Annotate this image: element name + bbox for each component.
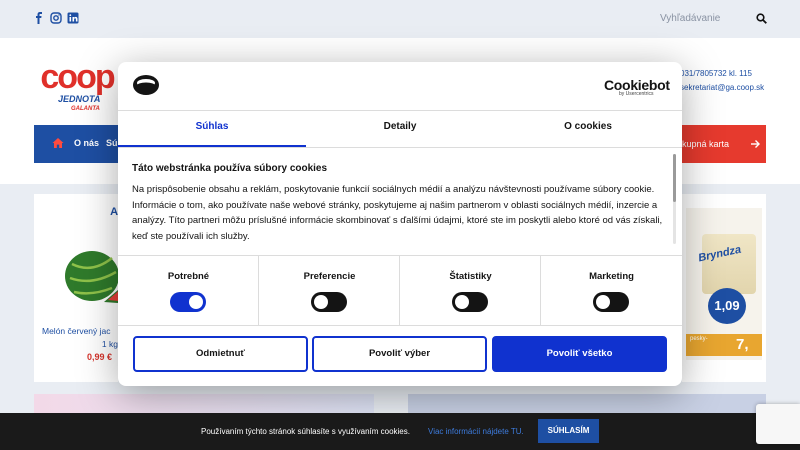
- leaflet-image: Bryndza 1,09 pesky- 7,: [686, 208, 762, 360]
- banner-card-left[interactable]: [34, 394, 374, 413]
- scrollbar-thumb[interactable]: [673, 154, 676, 202]
- facebook-icon[interactable]: [33, 12, 45, 24]
- cookie-icon: [133, 75, 159, 95]
- leaflet-card[interactable]: Bryndza 1,09 pesky- 7,: [682, 194, 766, 382]
- toggle-knob: [596, 295, 610, 309]
- toggle-knob: [189, 295, 203, 309]
- nav-item-o-nas[interactable]: O nás: [74, 138, 99, 148]
- shopping-card-button[interactable]: nákupná karta: [672, 125, 766, 163]
- toggle-knob: [455, 295, 469, 309]
- toggle-necessary[interactable]: [170, 292, 206, 312]
- category-preferences: Preferencie: [259, 256, 400, 326]
- promo-card[interactable]: AKC Melón červený jac 1 kg 0,99 €: [34, 194, 134, 382]
- agree-button[interactable]: SÚHLASÍM: [538, 419, 599, 443]
- instagram-icon[interactable]: [50, 12, 62, 24]
- tab-details[interactable]: Detaily: [306, 111, 494, 147]
- phone-number[interactable]: 031/7805732 kl. 115: [680, 69, 752, 78]
- search-icon[interactable]: [756, 13, 767, 24]
- cookie-consent-dialog: Cookiebot by Usercentrics Súhlas Detaily…: [118, 62, 682, 386]
- category-necessary: Potrebné: [118, 256, 259, 326]
- product-name[interactable]: Melón červený jac: [42, 326, 126, 336]
- category-label: Preferencie: [303, 271, 356, 282]
- category-marketing: Marketing: [541, 256, 682, 326]
- recaptcha-badge[interactable]: [756, 404, 800, 444]
- arrow-right-icon: [751, 140, 760, 148]
- svg-text:GALANTA: GALANTA: [71, 106, 100, 112]
- product-price: 0,99 €: [86, 352, 112, 362]
- category-label: Štatistiky: [449, 271, 492, 282]
- dialog-body-text: Na prispôsobenie obsahu a reklám, poskyt…: [132, 184, 663, 242]
- cookiebot-logo-sub: by Usercentrics: [619, 91, 654, 97]
- category-label: Potrebné: [167, 271, 210, 282]
- coop-jednota-logo[interactable]: coop JEDNOTA GALANTA: [38, 58, 116, 112]
- top-bar: Vyhľadávanie: [0, 0, 800, 38]
- toggle-statistics[interactable]: [452, 292, 488, 312]
- category-statistics: Štatistiky: [400, 256, 541, 326]
- leaflet-product: [702, 234, 756, 294]
- nav-item-su[interactable]: Sú: [106, 138, 118, 148]
- dialog-heading: Táto webstránka používa súbory cookies: [132, 163, 328, 174]
- toggle-knob: [314, 295, 328, 309]
- svg-text:JEDNOTA: JEDNOTA: [58, 94, 100, 104]
- banner-card-right[interactable]: [408, 394, 766, 413]
- consent-categories: Potrebné Preferencie Štatistiky Marketin…: [118, 255, 682, 326]
- leaflet-price-badge: 1,09: [708, 288, 746, 324]
- tab-consent[interactable]: Súhlas: [118, 111, 306, 147]
- search-input[interactable]: Vyhľadávanie: [660, 13, 720, 24]
- linkedin-icon[interactable]: [67, 12, 79, 24]
- allow-all-button[interactable]: Povoliť všetko: [492, 336, 667, 372]
- toggle-preferences[interactable]: [311, 292, 347, 312]
- cookie-notice-bar: Používaním týchto stránok súhlasíte s vy…: [0, 413, 800, 450]
- category-label: Marketing: [589, 271, 634, 282]
- cookie-info-link[interactable]: Viac informácií nájdete TU.: [428, 427, 524, 436]
- home-icon[interactable]: [52, 137, 64, 149]
- leaflet-caption: pesky-: [690, 336, 708, 342]
- svg-text:coop: coop: [40, 58, 114, 96]
- deny-button[interactable]: Odmietnuť: [133, 336, 308, 372]
- allow-selection-button[interactable]: Povoliť výber: [312, 336, 487, 372]
- toggle-marketing[interactable]: [593, 292, 629, 312]
- leaflet-price-secondary: 7,: [736, 336, 749, 353]
- tab-about-cookies[interactable]: O cookies: [494, 111, 682, 147]
- divider: [118, 147, 682, 148]
- email-address[interactable]: sekretariat@ga.coop.sk: [680, 83, 764, 92]
- product-unit: 1 kg: [101, 339, 118, 349]
- cookie-notice-text: Používaním týchto stránok súhlasíte s vy…: [201, 427, 410, 436]
